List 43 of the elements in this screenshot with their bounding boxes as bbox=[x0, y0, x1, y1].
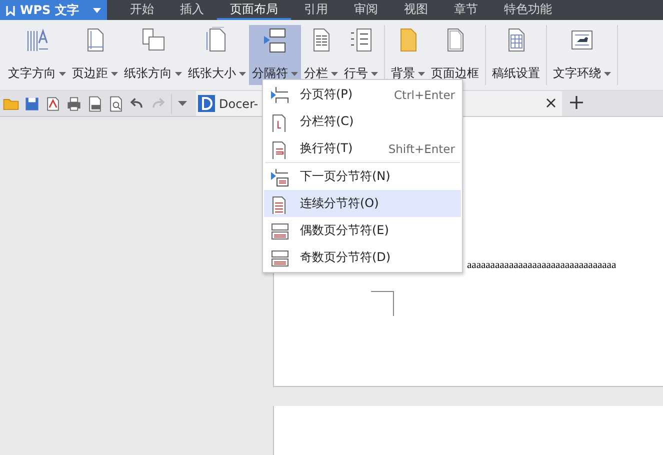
break-icon bbox=[262, 27, 288, 53]
ribbon-button[interactable]: 文字方向 bbox=[5, 25, 69, 85]
ribbon-tab[interactable]: 审阅 bbox=[341, 0, 391, 20]
odd-page-section-icon bbox=[270, 248, 290, 268]
save-icon bbox=[22, 94, 40, 112]
ribbon-button[interactable]: 纸张方向 bbox=[121, 25, 185, 85]
margin-corner-mark bbox=[371, 291, 394, 316]
ribbon-tab[interactable]: 章节 bbox=[441, 0, 491, 20]
ribbon-button[interactable]: 分隔符 bbox=[249, 25, 301, 85]
ribbon-button[interactable]: 纸张大小 bbox=[185, 25, 249, 85]
line-numbers-icon bbox=[348, 27, 374, 53]
orientation-icon bbox=[140, 27, 166, 53]
page-text: aaaaaaaaaaaaaaaaaaaaaaaaaaaaaaaa bbox=[467, 260, 616, 271]
caret-icon bbox=[291, 72, 298, 76]
even-page-section-icon bbox=[270, 220, 290, 240]
close-icon bbox=[546, 98, 556, 108]
ribbon-button[interactable]: 文字环绕 bbox=[550, 25, 614, 85]
ribbon-tab[interactable]: 开始 bbox=[117, 0, 167, 20]
caret-icon bbox=[331, 72, 338, 76]
document-tab-title[interactable]: Docer- bbox=[219, 96, 258, 110]
ribbon-tab[interactable]: 引用 bbox=[291, 0, 341, 20]
wps-logo-icon bbox=[6, 4, 15, 16]
caret-icon bbox=[93, 8, 101, 12]
caret-icon bbox=[111, 72, 118, 76]
caret-icon bbox=[604, 72, 611, 76]
caret-icon bbox=[178, 101, 186, 106]
caret-icon bbox=[59, 72, 66, 76]
app-menu-button[interactable]: WPS 文字 bbox=[0, 0, 107, 20]
caret-icon bbox=[418, 72, 425, 76]
ribbon-tab[interactable]: 插入 bbox=[167, 0, 217, 20]
print-icon bbox=[64, 94, 82, 112]
ribbon-tab[interactable]: 特色功能 bbox=[491, 0, 565, 20]
ribbon-button[interactable]: 稿纸设置 bbox=[489, 25, 543, 85]
menu-item[interactable]: 连续分节符(O) bbox=[264, 190, 461, 217]
ribbon-button[interactable]: 页边距 bbox=[69, 25, 121, 85]
caret-icon bbox=[175, 72, 182, 76]
page-break-icon bbox=[270, 84, 290, 104]
plus-icon bbox=[570, 96, 583, 109]
ribbon-tab[interactable]: 视图 bbox=[391, 0, 441, 20]
next-page-section-icon bbox=[270, 166, 290, 186]
docer-logo-icon bbox=[198, 95, 215, 112]
caret-icon bbox=[371, 72, 378, 76]
caret-icon bbox=[239, 72, 246, 76]
